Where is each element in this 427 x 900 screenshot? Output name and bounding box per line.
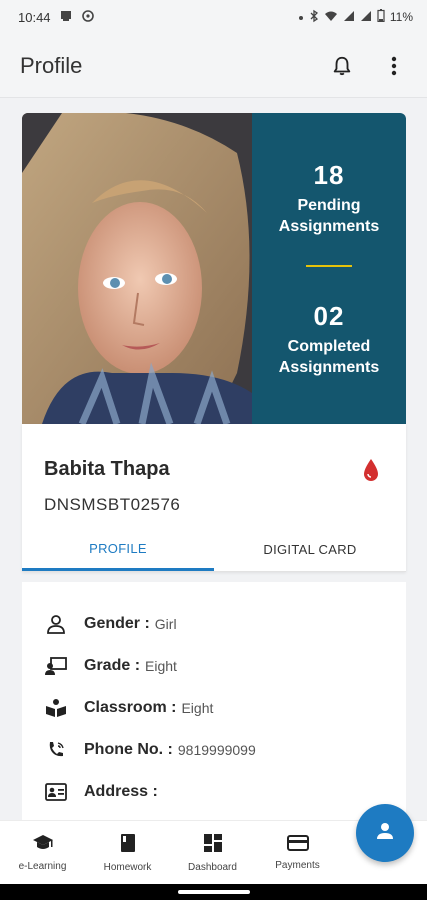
address-key: Address : — [84, 783, 158, 800]
nav-homework-label: Homework — [103, 861, 152, 873]
phone-icon — [44, 738, 68, 762]
address-card-icon — [44, 780, 68, 804]
notification-app-icon — [59, 9, 73, 26]
status-bar: 10:44 11% — [0, 0, 427, 34]
profile-card: Babita Thapa DNSMSBT02576 PROFILE DIGITA… — [22, 424, 406, 572]
gender-value: Girl — [154, 616, 177, 632]
signal-icon — [343, 10, 355, 25]
classroom-value: Eight — [181, 700, 214, 716]
detail-row-grade: Grade : Eight — [44, 654, 177, 678]
nav-e-learning-label: e-Learning — [18, 860, 67, 872]
tab-profile[interactable]: PROFILE — [22, 528, 214, 571]
wifi-icon — [324, 10, 338, 25]
nav-homework[interactable]: Homework — [85, 821, 170, 884]
detail-row-classroom: Classroom : Eight — [44, 696, 213, 720]
sync-icon — [81, 9, 95, 26]
detail-row-gender: Gender : Girl — [44, 612, 177, 636]
pending-count: 18 — [313, 159, 345, 190]
stats-divider — [306, 264, 352, 267]
nav-dashboard[interactable]: Dashboard — [170, 821, 255, 884]
detail-row-phone: Phone No. : 9819999099 — [44, 738, 256, 762]
completed-label: Completed Assignments — [278, 337, 380, 376]
person-icon — [375, 821, 395, 846]
page-title: Profile — [20, 52, 83, 78]
battery-icon — [377, 9, 385, 25]
profile-details: Gender : Girl Grade : Eight Classroom : … — [22, 582, 406, 820]
profile-hero: 18 Pending Assignments 02 Completed Assi… — [22, 113, 406, 424]
profile-fab[interactable] — [356, 804, 414, 862]
completed-count: 02 — [313, 300, 345, 331]
grade-icon — [44, 654, 68, 678]
home-gesture-pill[interactable] — [178, 890, 250, 894]
phone-key: Phone No. : — [84, 741, 173, 758]
system-gesture-bar — [0, 884, 427, 900]
pending-label: Pending Assignments — [278, 196, 380, 235]
battery-percent: 11% — [389, 10, 413, 24]
detail-row-address: Address : — [44, 780, 163, 804]
person-icon — [44, 612, 68, 636]
app-bar: Profile — [0, 34, 427, 98]
graduation-cap-icon — [32, 834, 54, 855]
classroom-icon — [44, 696, 68, 720]
dashboard-icon — [203, 833, 223, 856]
payment-card-icon — [286, 834, 309, 854]
more-vert-icon[interactable] — [381, 53, 407, 79]
tab-digital-card[interactable]: DIGITAL CARD — [214, 528, 406, 571]
book-icon — [120, 833, 136, 856]
grade-key: Grade : — [84, 657, 141, 674]
profile-photo — [22, 113, 252, 424]
nav-dashboard-label: Dashboard — [188, 861, 237, 873]
grade-value: Eight — [145, 658, 177, 674]
status-time: 10:44 — [18, 9, 51, 25]
gender-key: Gender : — [84, 615, 150, 632]
nav-payments-label: Payments — [275, 859, 320, 871]
student-id: DNSMSBT02576 — [44, 495, 181, 514]
bluetooth-icon — [309, 9, 319, 26]
phone-value: 9819999099 — [177, 742, 256, 758]
profile-tabs: PROFILE DIGITAL CARD — [22, 528, 406, 572]
bell-icon[interactable] — [329, 53, 355, 79]
signal-icon-2 — [360, 10, 372, 25]
nav-payments[interactable]: Payments — [255, 821, 340, 884]
blood-drop-icon — [362, 458, 380, 487]
classroom-key: Classroom : — [84, 699, 177, 716]
student-name: Babita Thapa — [44, 458, 170, 480]
dot-icon — [298, 10, 304, 24]
nav-e-learning[interactable]: e-Learning — [0, 821, 85, 884]
assignment-stats: 18 Pending Assignments 02 Completed Assi… — [252, 113, 406, 424]
